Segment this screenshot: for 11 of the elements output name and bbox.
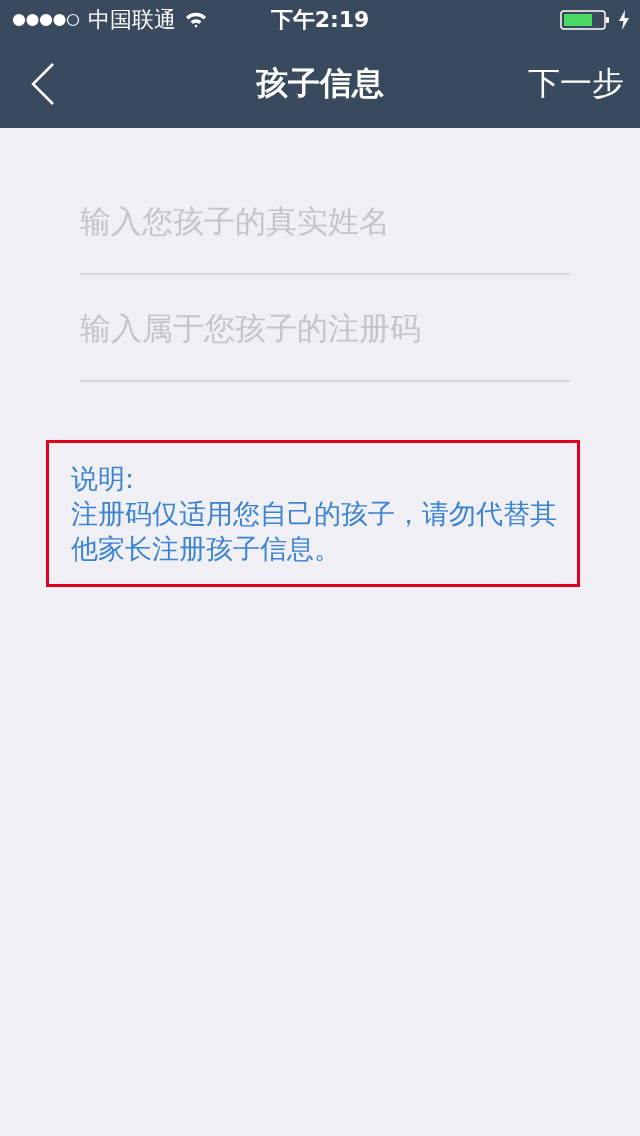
- signal-icon: [12, 13, 80, 27]
- back-button[interactable]: [30, 62, 56, 106]
- battery-icon: [560, 10, 610, 30]
- wifi-icon: [184, 11, 208, 29]
- carrier-name: 中国联通: [88, 6, 176, 34]
- note-label: 说明:: [71, 462, 136, 496]
- charging-bolt-icon: [618, 10, 630, 30]
- page-title: 孩子信息: [256, 63, 384, 104]
- next-step-button[interactable]: 下一步: [528, 62, 624, 106]
- status-time: 下午2:19: [270, 6, 370, 34]
- note-text: 注册码仅适用您自己的孩子，请勿代替其他家长注册孩子信息。: [71, 497, 557, 567]
